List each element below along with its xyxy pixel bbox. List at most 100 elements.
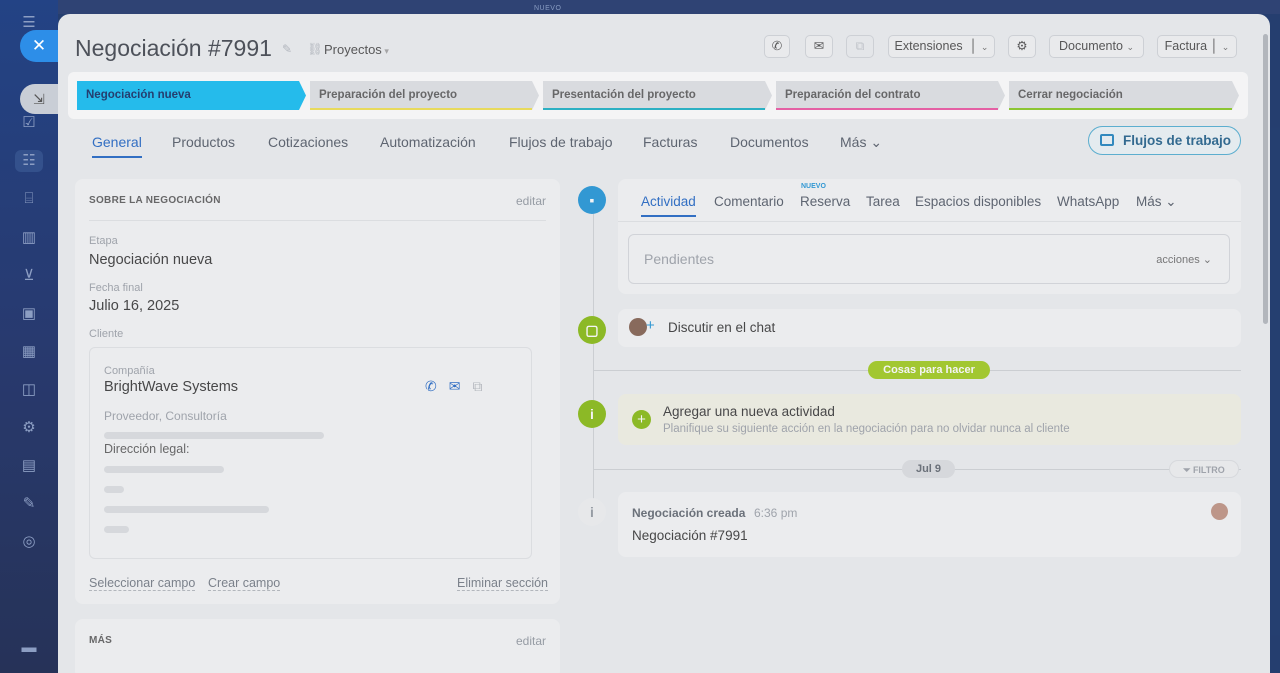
pending-input[interactable]: Pendientes acciones ⌄ <box>628 234 1230 284</box>
plus-circle-icon: + <box>632 410 651 429</box>
calendar-icon[interactable]: ▦ <box>18 341 40 363</box>
date-value[interactable]: Julio 16, 2025 <box>89 298 179 314</box>
deal-tabs: General Productos Cotizaciones Automatiz… <box>92 132 1092 162</box>
address-label: Dirección legal: <box>104 442 190 456</box>
panel-scrollbar[interactable] <box>1263 34 1268 324</box>
stage-value[interactable]: Negociación nueva <box>89 252 212 268</box>
filter-button[interactable]: ⏷ FILTRO <box>1169 460 1239 478</box>
company-name[interactable]: BrightWave Systems <box>104 379 238 395</box>
todo-pill: Cosas para hacer <box>868 361 990 379</box>
tab-general[interactable]: General <box>92 134 142 158</box>
call-button[interactable]: ✆ <box>764 35 790 58</box>
edit-icon[interactable]: ✎ <box>18 493 40 515</box>
delete-section-link[interactable]: Eliminar sección <box>457 576 549 591</box>
date-pill: Jul 9 <box>902 460 955 478</box>
media-icon[interactable]: ▣ <box>18 303 40 325</box>
settings-icon[interactable]: ⚙ <box>18 417 40 439</box>
about-title: SOBRE LA NEGOCIACIÓN <box>89 195 221 206</box>
database-icon[interactable]: ◫ <box>18 379 40 401</box>
chat-card[interactable]: + Discutir en el chat <box>618 309 1241 347</box>
atab-comment[interactable]: Comentario <box>714 194 784 209</box>
title-actions[interactable]: ✎ ⛓ <box>282 42 329 56</box>
deal-panel: Negociación #7991 ✎ ⛓ Proyectos ✆ ✉ ⧉ Ex… <box>58 14 1270 673</box>
tab-quotes[interactable]: Cotizaciones <box>268 134 348 150</box>
client-label: Cliente <box>89 328 124 340</box>
created-title: Negociación creada <box>632 506 746 520</box>
history-info-icon: i <box>578 498 606 526</box>
company-contact-icons[interactable]: ✆✉⧉ <box>425 378 494 395</box>
atab-more[interactable]: Más ⌄ <box>1136 194 1177 210</box>
new-activity-sub: Planifique su siguiente acción en la neg… <box>663 423 1070 435</box>
company-label: Compañía <box>104 365 155 377</box>
analytics-icon[interactable]: ▥ <box>18 227 40 249</box>
select-field-link[interactable]: Seleccionar campo <box>89 576 196 591</box>
new-activity-card[interactable]: + Agregar una nueva actividad Planifique… <box>618 394 1241 445</box>
chat-label[interactable]: Discutir en el chat <box>668 320 775 335</box>
author-avatar[interactable] <box>1211 503 1228 520</box>
stage-close[interactable]: Cerrar negociación <box>1009 81 1239 110</box>
activity-dot-icon: ▪ <box>578 186 606 214</box>
tasks-icon[interactable]: ☑ <box>18 112 40 134</box>
close-slider-button[interactable]: ✕ <box>20 30 58 62</box>
new-activity-title: Agregar una nueva actividad <box>663 404 835 419</box>
more-card: MÁS editar <box>75 619 560 673</box>
tab-documents[interactable]: Documentos <box>730 134 809 150</box>
workflow-icon <box>1100 134 1114 146</box>
date-label: Fecha final <box>89 282 143 294</box>
about-edit-link[interactable]: editar <box>516 194 546 208</box>
chat-button[interactable]: ⧉ <box>846 35 874 58</box>
document-button[interactable]: Documento ⌄ <box>1049 35 1144 58</box>
chat-dot-icon: ▢ <box>578 316 606 344</box>
timeline-line <box>593 194 594 514</box>
about-card: SOBRE LA NEGOCIACIÓN editar Etapa Negoci… <box>75 179 560 604</box>
company-card: Compañía BrightWave Systems ✆✉⧉ Proveedo… <box>89 347 532 559</box>
crm-icon[interactable]: ☷ <box>15 150 43 172</box>
stage-bar: Negociación nueva Preparación del proyec… <box>68 72 1248 119</box>
atab-activity[interactable]: Actividad <box>641 194 696 217</box>
invoice-button[interactable]: Factura │ ⌄ <box>1157 35 1237 58</box>
top-strip: NUEVO <box>58 0 1280 14</box>
page-title: Negociación #7991 <box>75 35 272 61</box>
inbox-icon[interactable]: ⌸ <box>18 188 40 210</box>
pending-placeholder: Pendientes <box>644 251 715 267</box>
minimize-slider-button[interactable]: ⇲ <box>20 84 58 114</box>
atab-task[interactable]: Tarea <box>866 194 900 209</box>
extensions-button[interactable]: Extensiones │ ⌄ <box>888 35 995 58</box>
stage-contract-prep[interactable]: Preparación del contrato <box>776 81 1005 110</box>
category-selector[interactable]: Proyectos <box>324 42 389 57</box>
tab-products[interactable]: Productos <box>172 134 235 150</box>
add-icon: + <box>646 317 655 334</box>
top-new-badge: NUEVO <box>534 5 562 12</box>
stage-project-presentation[interactable]: Presentación del proyecto <box>543 81 772 110</box>
stage-label: Etapa <box>89 235 118 247</box>
blurred-line <box>104 432 324 439</box>
more-edit-link[interactable]: editar <box>516 634 546 648</box>
activity-card: Actividad Comentario NUEVO Reserva Tarea… <box>618 179 1241 294</box>
cart-icon[interactable]: ⊻ <box>18 265 40 287</box>
printer-icon[interactable]: ▬ <box>18 637 40 659</box>
email-button[interactable]: ✉ <box>805 35 833 58</box>
actions-dropdown[interactable]: acciones ⌄ <box>1156 253 1212 266</box>
nuevo-badge: NUEVO <box>801 183 826 190</box>
tab-more[interactable]: Más ⌄ <box>840 134 882 151</box>
created-time: 6:36 pm <box>754 506 798 520</box>
stage-new[interactable]: Negociación nueva <box>77 81 306 110</box>
settings-button[interactable]: ⚙ <box>1008 35 1036 58</box>
tab-invoices[interactable]: Facturas <box>643 134 697 150</box>
more-title: MÁS <box>89 635 113 646</box>
company-type: Proveedor, Consultoría <box>104 409 227 423</box>
atab-booking[interactable]: Reserva <box>800 194 850 209</box>
stage-project-prep[interactable]: Preparación del proyecto <box>310 81 539 110</box>
info-dot-icon: i <box>578 400 606 428</box>
tab-automation[interactable]: Automatización <box>380 134 476 150</box>
history-card: Negociación creada 6:36 pm Negociación #… <box>618 492 1241 557</box>
created-body[interactable]: Negociación #7991 <box>632 528 748 543</box>
document-icon[interactable]: ▤ <box>18 455 40 477</box>
tab-workflows[interactable]: Flujos de trabajo <box>509 134 613 150</box>
atab-slots[interactable]: Espacios disponibles <box>915 194 1041 209</box>
help-icon[interactable]: ◎ <box>18 531 40 553</box>
create-field-link[interactable]: Crear campo <box>208 576 281 591</box>
atab-whatsapp[interactable]: WhatsApp <box>1057 194 1119 209</box>
workflows-button[interactable]: Flujos de trabajo <box>1088 126 1241 155</box>
user-avatar <box>629 318 647 336</box>
